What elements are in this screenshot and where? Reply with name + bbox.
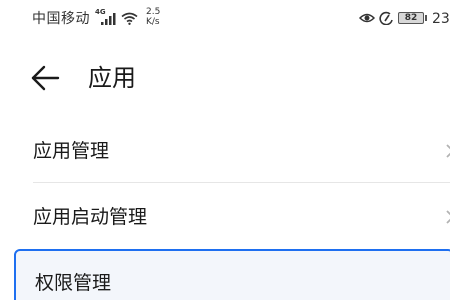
battery-icon: 82: [398, 12, 424, 24]
divider: [33, 182, 450, 183]
menu-item-app-launch-management[interactable]: 应用启动管理: [0, 184, 450, 250]
menu-item-permission-management[interactable]: 权限管理: [14, 249, 450, 300]
settings-screen: 中国移动 4G 2.5 K/s 82 23 应用 应用管理 应用启动管理 权限管…: [0, 0, 450, 300]
carrier-name: 中国移动: [32, 11, 90, 27]
clock: 23: [432, 11, 450, 27]
status-bar: 中国移动 4G 2.5 K/s 82 23: [0, 0, 450, 38]
menu-item-label: 应用启动管理: [33, 206, 148, 228]
chevron-right-icon: [446, 144, 450, 158]
back-arrow-icon[interactable]: [30, 60, 66, 96]
nfc-icon: [379, 11, 393, 25]
wifi-icon: [121, 12, 138, 25]
signal-icon: [101, 13, 116, 25]
chevron-right-icon: [446, 210, 450, 224]
menu-item-label: 应用管理: [33, 140, 110, 162]
page-title: 应用: [88, 64, 136, 92]
speed-value: 2.5: [146, 7, 161, 17]
network-speed: 2.5 K/s: [146, 7, 160, 27]
eye-comfort-icon: [359, 13, 375, 23]
speed-unit: K/s: [146, 17, 160, 27]
battery-tip: [425, 15, 427, 21]
menu-item-app-management[interactable]: 应用管理: [0, 118, 450, 184]
menu-item-label: 权限管理: [35, 272, 112, 294]
